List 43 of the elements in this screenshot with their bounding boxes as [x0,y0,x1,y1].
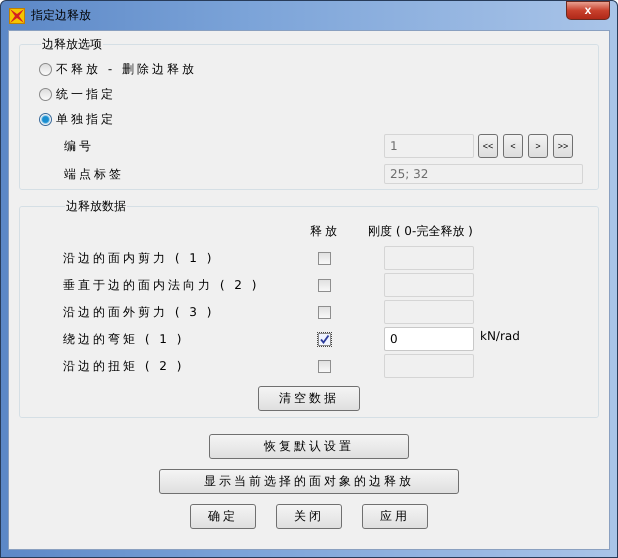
radio-label: 不释放 - 删除边释放 [56,61,197,78]
nav-button[interactable]: >> [553,134,573,158]
radio-button[interactable] [39,113,52,126]
field-label: 编号 [63,138,95,154]
unit-label: kN/rad [480,329,521,343]
radio-button[interactable] [39,88,52,101]
window-title: 指定边释放 [31,7,91,24]
nav-button[interactable]: > [528,134,548,158]
row-label: 绕边的弯矩 ( 1 ) [63,331,186,348]
row-label: 沿边的面外剪力 ( 3 ) [63,304,216,321]
checkbox[interactable] [318,306,331,318]
endpoint-field[interactable]: 25; 32 [384,164,583,184]
checkbox[interactable] [318,332,331,346]
number-field[interactable]: 1 [384,134,474,158]
nav-button[interactable]: < [503,134,523,158]
column-header: 释放 [310,223,340,240]
app-logo-icon [9,8,25,24]
checkbox[interactable] [318,278,331,292]
stiffness-field[interactable]: 0 [384,327,474,351]
group-title: 边释放数据 [65,198,127,215]
radio-label: 统一指定 [56,86,116,103]
group-title: 边释放选项 [41,36,103,53]
radio-button[interactable] [39,63,52,76]
clear-data-button[interactable]: 清空数据 [258,386,360,411]
checkbox[interactable] [318,360,331,372]
stiffness-field[interactable] [384,354,474,378]
stiffness-field[interactable] [384,246,474,270]
action-button[interactable]: 应用 [362,504,428,529]
stiffness-field[interactable] [384,273,474,297]
radio-label: 单独指定 [56,111,116,128]
restore-defaults-button[interactable]: 恢复默认设置 [209,434,409,459]
action-button[interactable]: 确定 [190,504,256,529]
row-label: 垂直于边的面内法向力 ( 2 ) [63,277,260,294]
checkbox[interactable] [318,252,331,264]
nav-button[interactable]: << [478,134,498,158]
action-button[interactable]: 关闭 [276,504,342,529]
row-label: 沿边的扭矩 ( 2 ) [63,358,186,375]
show-releases-button[interactable]: 显示当前选择的面对象的边释放 [159,469,459,494]
row-label: 沿边的面内剪力 ( 1 ) [63,250,216,267]
field-label: 端点标签 [63,166,125,182]
column-header: 刚度 ( 0-完全释放 ) [368,223,473,240]
stiffness-field[interactable] [384,300,474,324]
close-button[interactable]: x [566,1,610,20]
